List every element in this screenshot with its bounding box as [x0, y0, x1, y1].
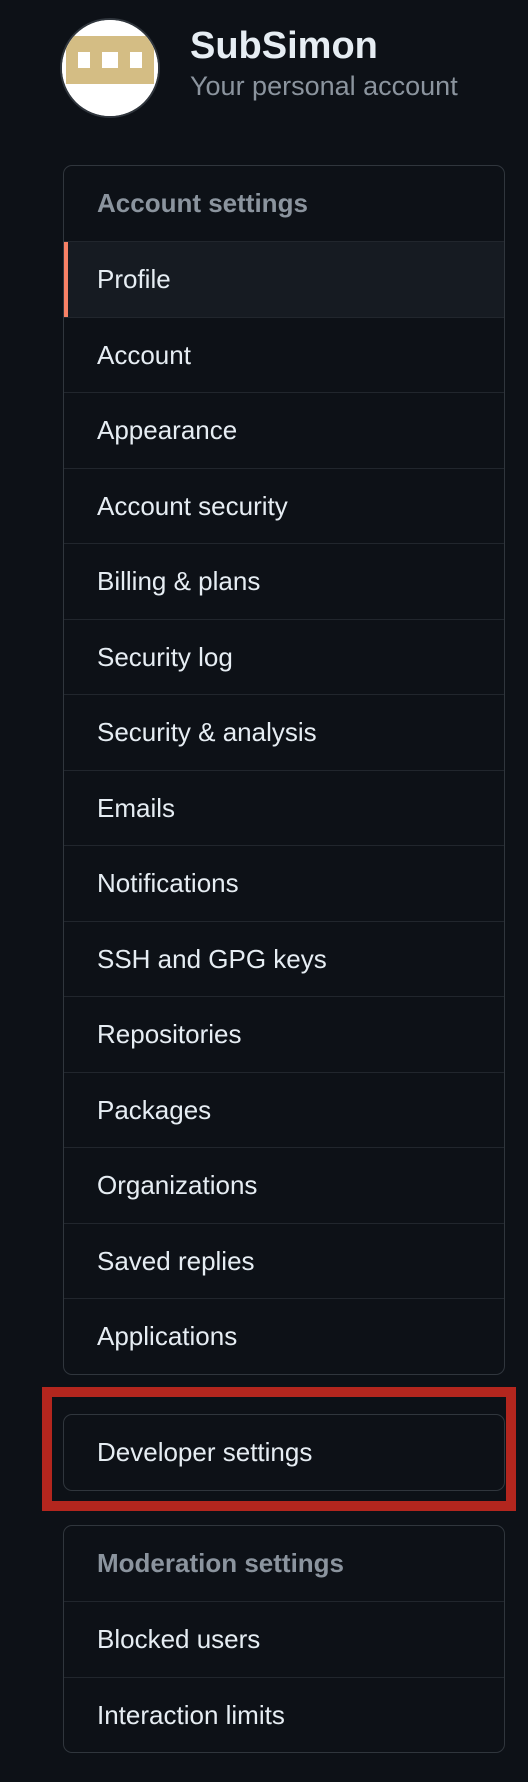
account-header: SubSimon Your personal account — [60, 18, 500, 118]
moderation-settings-menu: Moderation settings Blocked users Intera… — [63, 1525, 505, 1753]
sidebar-item-packages[interactable]: Packages — [64, 1073, 504, 1148]
account-settings-menu: Account settings Profile Account Appeara… — [63, 165, 505, 1375]
moderation-settings-heading: Moderation settings — [64, 1526, 504, 1602]
sidebar-item-applications[interactable]: Applications — [64, 1299, 504, 1374]
account-settings-heading: Account settings — [64, 166, 504, 242]
sidebar-item-ssh-gpg-keys[interactable]: SSH and GPG keys — [64, 922, 504, 997]
sidebar-item-appearance[interactable]: Appearance — [64, 393, 504, 469]
settings-sidebar-page: SubSimon Your personal account Account s… — [0, 0, 528, 1782]
header-text: SubSimon Your personal account — [190, 24, 458, 104]
sidebar-item-profile[interactable]: Profile — [64, 242, 504, 318]
sidebar-item-notifications[interactable]: Notifications — [64, 846, 504, 922]
identicon-icon — [62, 20, 158, 116]
sidebar-item-account[interactable]: Account — [64, 318, 504, 393]
sidebar-item-organizations[interactable]: Organizations — [64, 1148, 504, 1224]
sidebar-item-account-security[interactable]: Account security — [64, 469, 504, 544]
sidebar-item-emails[interactable]: Emails — [64, 771, 504, 846]
highlight-annotation — [42, 1387, 516, 1511]
avatar[interactable] — [60, 18, 160, 118]
sidebar-item-security-analysis[interactable]: Security & analysis — [64, 695, 504, 771]
account-subtitle: Your personal account — [190, 71, 458, 101]
sidebar-item-security-log[interactable]: Security log — [64, 620, 504, 695]
sidebar-item-saved-replies[interactable]: Saved replies — [64, 1224, 504, 1299]
sidebar-item-interaction-limits[interactable]: Interaction limits — [64, 1678, 504, 1753]
username[interactable]: SubSimon — [190, 24, 458, 68]
sidebar-item-billing-plans[interactable]: Billing & plans — [64, 544, 504, 620]
sidebar-item-repositories[interactable]: Repositories — [64, 997, 504, 1073]
sidebar-item-blocked-users[interactable]: Blocked users — [64, 1602, 504, 1678]
